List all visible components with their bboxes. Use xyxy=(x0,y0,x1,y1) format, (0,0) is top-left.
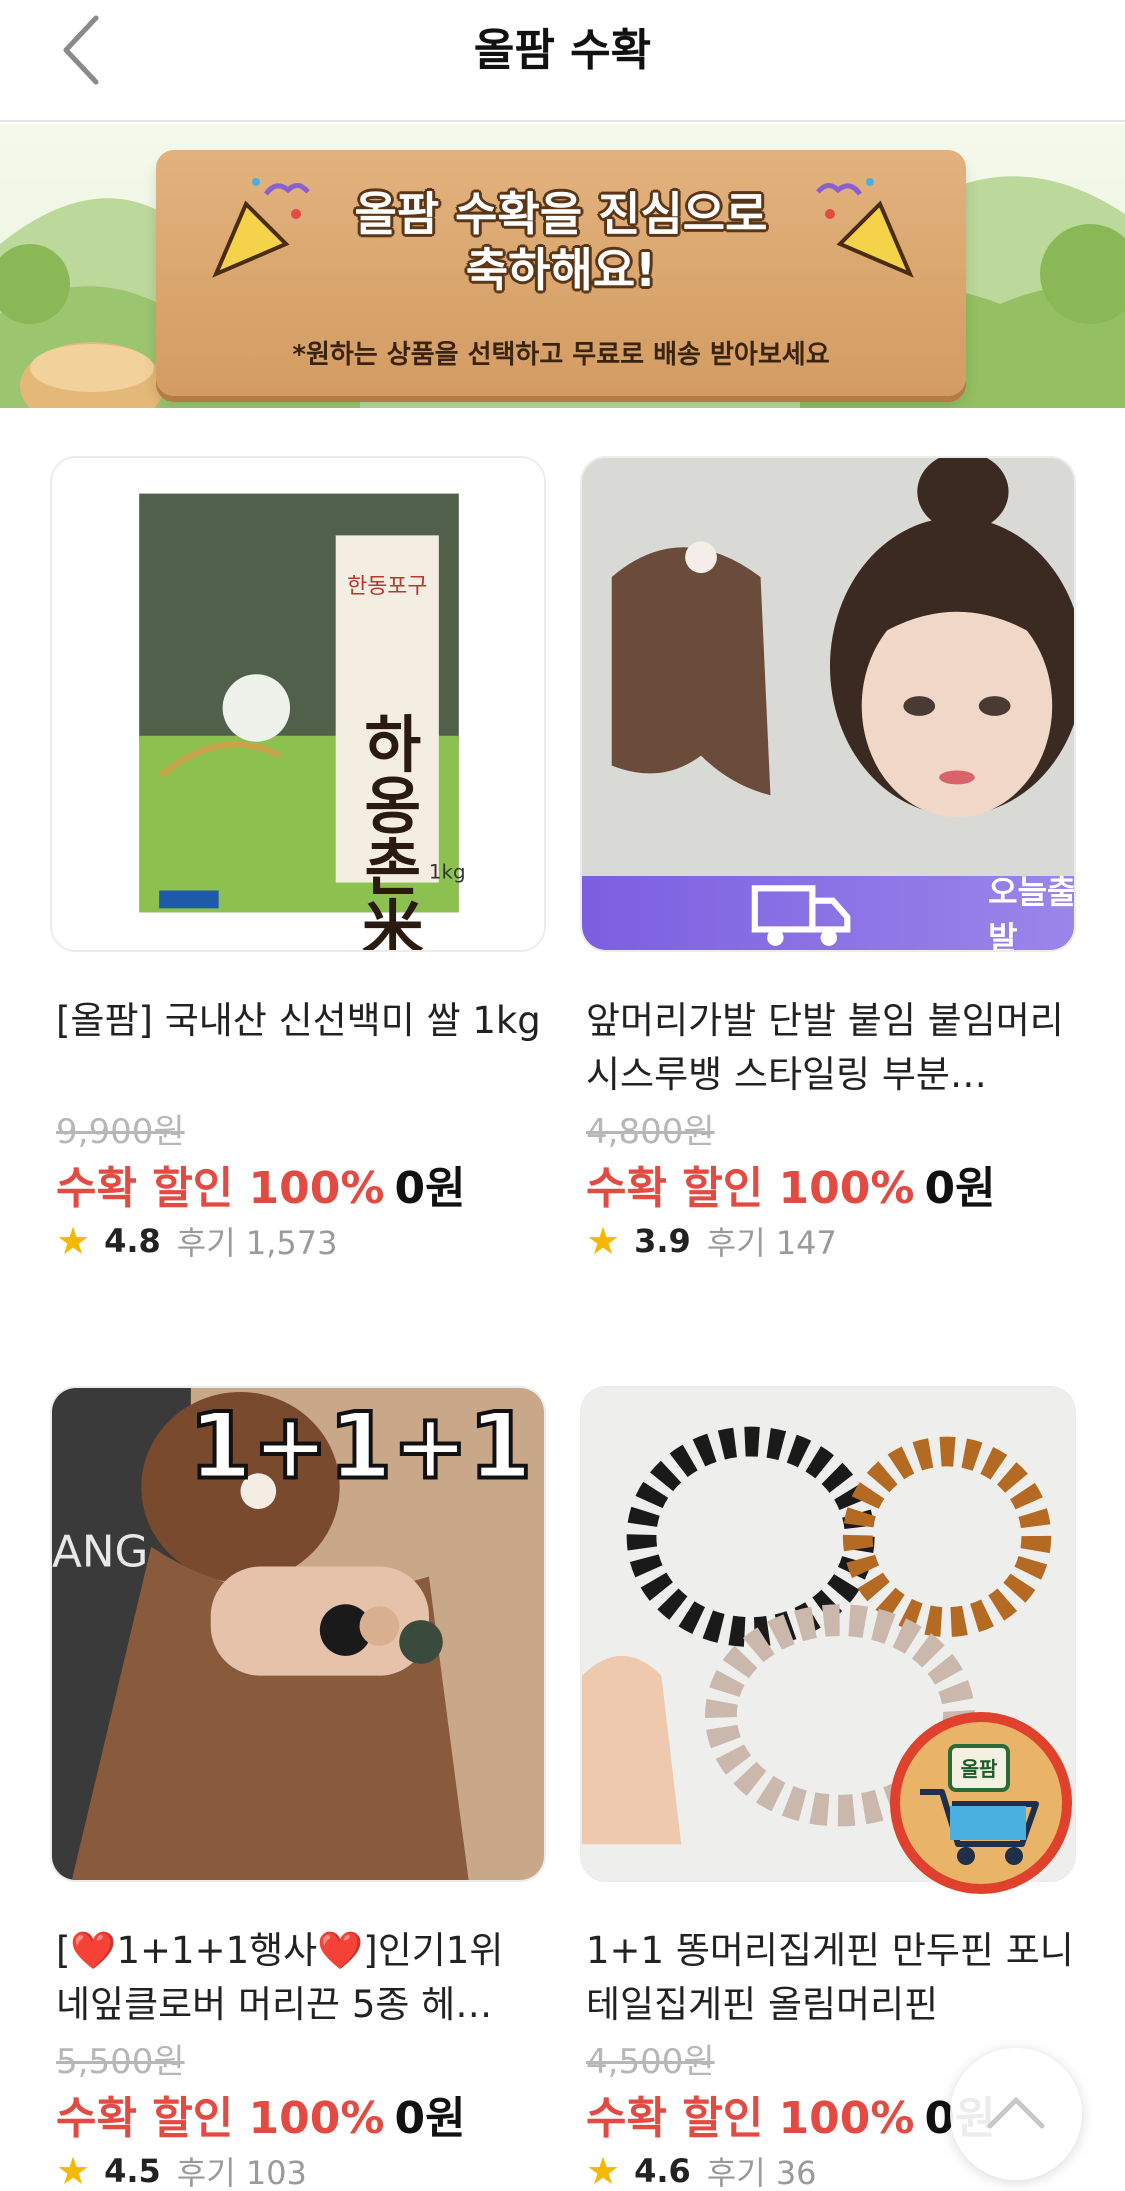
rice-package-image: 한동포구 하옹촌米 1kg xyxy=(52,458,544,950)
product-card[interactable]: ANG 1+1+1 [❤️1+1+1행사❤️]인기1위 네잎클로버 머리끈 5종… xyxy=(50,1386,546,2191)
svg-text:1+1+1: 1+1+1 xyxy=(189,1392,532,1499)
product-card[interactable]: 오늘출발 앞머리가발 단발 붙임 붙임머리 시스루뱅 스타일링 부분… 4,80… xyxy=(580,456,1076,1263)
rating-score: 4.6 xyxy=(634,2152,691,2190)
product-name[interactable]: [❤️1+1+1행사❤️]인기1위 네잎클로버 머리끈 5종 헤… xyxy=(56,1924,546,2032)
svg-text:ANG: ANG xyxy=(52,1527,148,1578)
today-shipping-badge: 오늘출발 xyxy=(582,873,1074,950)
rating-score: 3.9 xyxy=(634,1222,691,1260)
star-icon: ★ xyxy=(586,2149,621,2191)
price-row: 수확 할인 100%0원 xyxy=(56,1152,466,1216)
original-price: 4,800원 xyxy=(586,1112,715,1152)
sale-price: 0원 xyxy=(924,1163,996,1214)
page-title: 올팜 수확 xyxy=(473,25,652,76)
discount-label: 수확 할인 100% xyxy=(56,2093,385,2144)
party-popper-icon xyxy=(212,178,310,278)
rating-score: 4.8 xyxy=(104,1222,161,1260)
app-header: 올팜 수확 xyxy=(0,0,1125,122)
product-card[interactable]: 한동포구 하옹촌米 1kg [올팜] 국내산 신선백미 쌀 1kg 9,900원… xyxy=(50,456,546,1263)
sale-price: 0원 xyxy=(394,2093,466,2144)
cart-icon: 올팜 xyxy=(920,1744,1039,1865)
price-row: 수확 할인 100%0원 xyxy=(586,1152,996,1216)
original-price: 5,500원 xyxy=(56,2042,185,2082)
star-icon: ★ xyxy=(56,2149,91,2191)
rating-row: ★ 4.5 후기 103 xyxy=(56,2148,307,2191)
party-popper-icon xyxy=(816,178,914,278)
discount-label: 수확 할인 100% xyxy=(56,1163,385,1214)
original-price: 9,900원 xyxy=(56,1112,185,1152)
discount-label: 수확 할인 100% xyxy=(586,1163,915,1214)
rating-row: ★ 3.9 후기 147 xyxy=(586,1218,837,1264)
star-icon: ★ xyxy=(56,1219,91,1263)
banner-subtitle: *원하는 상품을 선택하고 무료로 배송 받아보세요 xyxy=(292,340,830,370)
rating-row: ★ 4.8 후기 1,573 xyxy=(56,1218,337,1264)
harvest-banner: 올팜 수확을 진심으로 축하해요! *원하는 상품을 선택하고 무료로 배송 받… xyxy=(0,124,1125,408)
review-count: 후기 36 xyxy=(706,2154,817,2191)
product-image[interactable]: 오늘출발 xyxy=(580,456,1076,952)
sale-price: 0원 xyxy=(394,1163,466,1214)
svg-text:한동포구: 한동포구 xyxy=(347,574,427,599)
review-count: 후기 1,573 xyxy=(176,1224,338,1262)
svg-text:올팜: 올팜 xyxy=(961,1757,998,1781)
price-row: 수확 할인 100%0원 xyxy=(56,2082,466,2146)
hair-tie-image: ANG 1+1+1 xyxy=(52,1388,544,1880)
badge-label: 오늘출발 xyxy=(988,873,1076,952)
svg-text:하옹촌米: 하옹촌米 xyxy=(351,712,423,950)
chevron-up-icon xyxy=(987,2097,1045,2129)
product-name[interactable]: 1+1 똥머리집게핀 만두핀 포니테일집게핀 올림머리핀 xyxy=(586,1924,1076,2032)
review-count: 후기 103 xyxy=(176,2154,307,2191)
star-icon: ★ xyxy=(586,1219,621,1263)
discount-label: 수확 할인 100% xyxy=(586,2093,915,2144)
review-count: 후기 147 xyxy=(706,1224,837,1262)
svg-text:1kg: 1kg xyxy=(429,861,466,884)
product-image[interactable]: 한동포구 하옹촌米 1kg xyxy=(50,456,546,952)
product-name[interactable]: 앞머리가발 단발 붙임 붙임머리 시스루뱅 스타일링 부분… xyxy=(586,994,1076,1102)
original-price: 4,500원 xyxy=(586,2042,715,2082)
rating-row: ★ 4.6 후기 36 xyxy=(586,2148,817,2191)
price-row: 수확 할인 100%0원 xyxy=(586,2082,996,2146)
product-name[interactable]: [올팜] 국내산 신선백미 쌀 1kg xyxy=(56,994,546,1048)
cart-fab-button[interactable]: 올팜 xyxy=(890,1712,1072,1894)
scroll-top-button[interactable] xyxy=(950,2048,1082,2180)
truck-icon xyxy=(751,885,851,946)
product-image[interactable]: ANG 1+1+1 xyxy=(50,1386,546,1882)
rating-score: 4.5 xyxy=(104,2152,161,2190)
